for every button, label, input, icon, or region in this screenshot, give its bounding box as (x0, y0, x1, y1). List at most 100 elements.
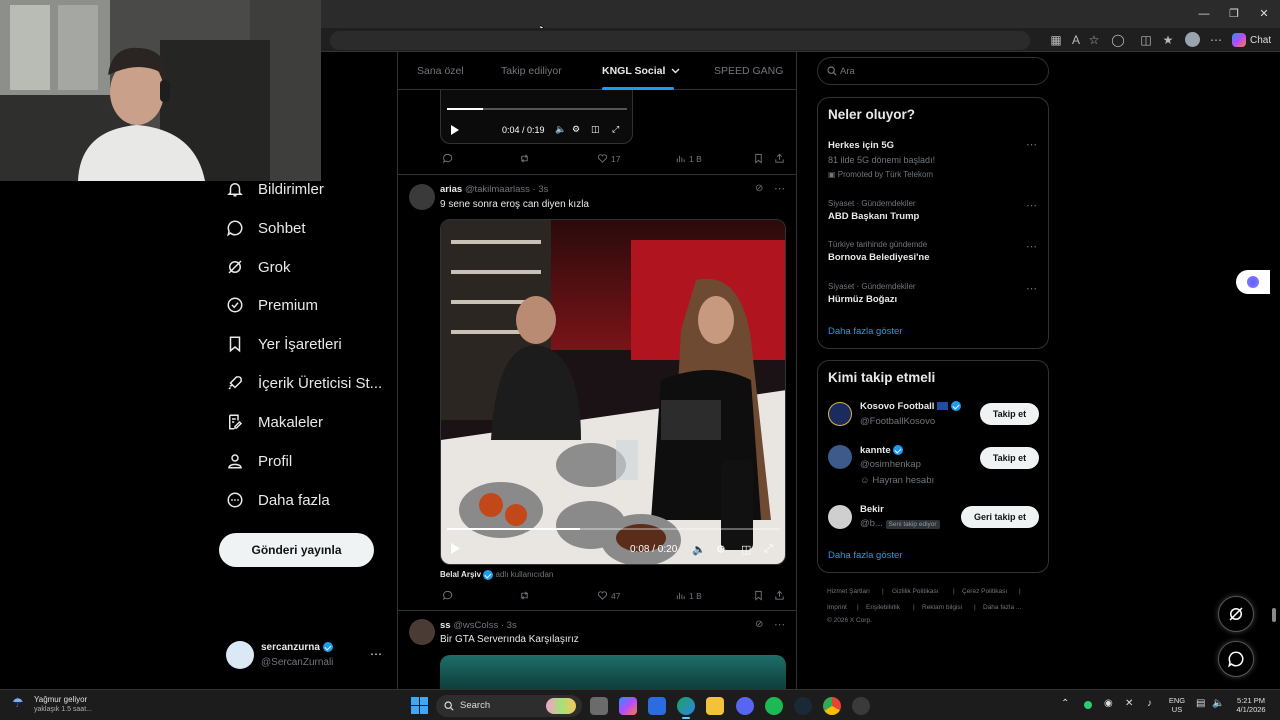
trend-item[interactable]: Türkiye tarihinde gündemde Bornova Beled… (818, 238, 1048, 268)
windows-start-icon[interactable] (411, 697, 428, 714)
clock[interactable]: 5:21 PM 4/1/2026 (1229, 696, 1273, 714)
video-progress-track[interactable] (447, 528, 780, 530)
trend-item[interactable]: Siyaset · Gündemdekiler ABD Başkanı Trum… (818, 197, 1048, 227)
trend-more-icon[interactable]: ⋯ (1026, 138, 1038, 151)
account-switcher[interactable]: sercanzurna @SercanZurnali ⋯ (226, 640, 386, 674)
follow-button[interactable]: Takip et (980, 447, 1039, 469)
favorite-star-icon[interactable]: ☆ (1086, 32, 1102, 48)
volume-icon[interactable]: 🔈 (1212, 698, 1224, 709)
spotify-icon[interactable] (765, 697, 783, 715)
tray-app-icon[interactable]: ◉ (1104, 698, 1113, 709)
task-view-icon[interactable] (590, 697, 608, 715)
grok-float-button[interactable] (1218, 596, 1254, 632)
share-icon[interactable] (774, 153, 785, 164)
post-button[interactable]: Gönderi yayınla (219, 533, 374, 567)
nav-grok[interactable]: Grok (226, 253, 291, 281)
page-scrollbar[interactable] (1270, 52, 1278, 688)
profile-avatar[interactable] (1185, 32, 1200, 47)
account-more-icon[interactable]: ⋯ (370, 647, 382, 661)
tab-kngl-social[interactable]: KNGL Social (602, 65, 680, 77)
chrome-icon[interactable] (823, 697, 841, 715)
video-settings-icon[interactable]: ⚙ (572, 124, 580, 135)
follow-back-button[interactable]: Geri takip et (961, 506, 1039, 528)
post-more-icon[interactable]: ⋯ (774, 182, 785, 195)
language-indicator[interactable]: ENG US (1165, 696, 1189, 714)
scrollbar-thumb[interactable] (1272, 608, 1276, 622)
nav-creator-studio[interactable]: İçerik Üreticisi St... (226, 369, 382, 397)
repost-icon[interactable] (519, 590, 530, 601)
trend-item[interactable]: Siyaset · Gündemdekiler Hürmüz Boğazı ⋯ (818, 280, 1048, 310)
fullscreen-icon[interactable]: ⤢ (764, 543, 773, 556)
fullscreen-icon[interactable]: ⤢ (612, 124, 619, 135)
weather-title[interactable]: Yağmur geliyor (34, 695, 87, 704)
copilot-chat-button[interactable]: Chat (1232, 31, 1276, 49)
follow-name[interactable]: Bekir (860, 504, 884, 515)
messages-float-button[interactable] (1218, 641, 1254, 677)
volume-icon[interactable]: 🔈 (692, 543, 706, 556)
footer-accessibility[interactable]: Erişilebilirlik (866, 604, 900, 611)
footer-imprint[interactable]: Imprint (827, 604, 847, 611)
tray-overflow-chevron-icon[interactable]: ⌃ (1061, 698, 1069, 709)
play-icon[interactable] (451, 125, 459, 135)
avatar[interactable] (409, 619, 435, 645)
store-icon[interactable] (648, 697, 666, 715)
footer-terms[interactable]: Hizmet Şartları (827, 588, 870, 595)
reply-icon[interactable] (442, 590, 453, 601)
address-bar[interactable] (330, 31, 1030, 50)
video-settings-icon[interactable]: ⚙ (716, 543, 726, 556)
trend-more-icon[interactable]: ⋯ (1026, 199, 1038, 212)
footer-ads-info[interactable]: Reklam bilgisi (922, 604, 962, 611)
nav-bookmarks[interactable]: Yer İşaretleri (226, 330, 342, 358)
avatar[interactable] (828, 402, 852, 426)
pip-icon[interactable]: ◫ (741, 543, 751, 556)
grok-analyze-icon[interactable]: ⊘ (755, 183, 763, 194)
copilot-icon[interactable] (619, 697, 637, 715)
app-available-icon[interactable]: ▦ (1048, 32, 1064, 48)
like-button[interactable]: 17 (597, 153, 620, 164)
trend-more-icon[interactable]: ⋯ (1026, 240, 1038, 253)
file-explorer-icon[interactable] (706, 697, 724, 715)
avatar[interactable] (409, 184, 435, 210)
trends-show-more-link[interactable]: Daha fazla göster (828, 326, 902, 337)
post-author-name[interactable]: arias (440, 184, 462, 195)
steam-icon[interactable] (794, 697, 812, 715)
tab-speed-gang[interactable]: SPEED GANG (714, 65, 783, 77)
avatar[interactable] (828, 445, 852, 469)
play-icon[interactable] (451, 543, 460, 554)
post-author-name[interactable]: ss (440, 620, 451, 631)
taskbar-search-box[interactable]: Search (436, 695, 582, 717)
close-window-button[interactable]: ✕ (1256, 6, 1272, 22)
nav-premium[interactable]: Premium (226, 291, 318, 319)
discord-icon[interactable] (736, 697, 754, 715)
share-icon[interactable] (774, 590, 785, 601)
favorites-icon[interactable]: ★ (1160, 32, 1176, 48)
attribution-user[interactable]: Belal Arşiv (440, 570, 481, 579)
network-icon[interactable]: ▤ (1196, 698, 1205, 709)
sidebar-toggle-button[interactable] (1236, 270, 1270, 294)
post-media-image[interactable] (440, 655, 786, 689)
settings-more-icon[interactable]: ⋯ (1208, 32, 1224, 48)
video-progress-track[interactable] (447, 108, 627, 110)
avatar[interactable] (828, 505, 852, 529)
repost-icon[interactable] (519, 153, 530, 164)
tray-status-icon[interactable] (1084, 701, 1092, 709)
post-author-handle[interactable]: @takilmaarlass · 3s (465, 184, 549, 195)
extension-icon[interactable]: ◯ (1110, 32, 1126, 48)
post-author-handle[interactable]: @wsColss · 3s (453, 620, 517, 631)
trend-more-icon[interactable]: ⋯ (1026, 282, 1038, 295)
follow-name[interactable]: kannte (860, 445, 891, 456)
read-aloud-icon[interactable]: A (1068, 32, 1084, 48)
nav-articles[interactable]: Makaleler (226, 408, 323, 436)
follow-button[interactable]: Takip et (980, 403, 1039, 425)
follow-name[interactable]: Kosovo Football (860, 401, 934, 412)
nav-chat[interactable]: Sohbet (226, 214, 306, 242)
footer-more[interactable]: Daha fazla ... (983, 604, 1021, 611)
nav-more[interactable]: Daha fazla (226, 486, 330, 514)
search-box[interactable]: Ara (817, 57, 1049, 85)
reply-icon[interactable] (442, 153, 453, 164)
bookmark-icon[interactable] (753, 590, 764, 601)
microphone-icon[interactable]: ♪ (1147, 698, 1152, 709)
nav-notifications[interactable]: Bildirimler (226, 175, 324, 203)
obs-icon[interactable] (852, 697, 870, 715)
weather-rain-icon[interactable]: ☂ (12, 695, 24, 711)
